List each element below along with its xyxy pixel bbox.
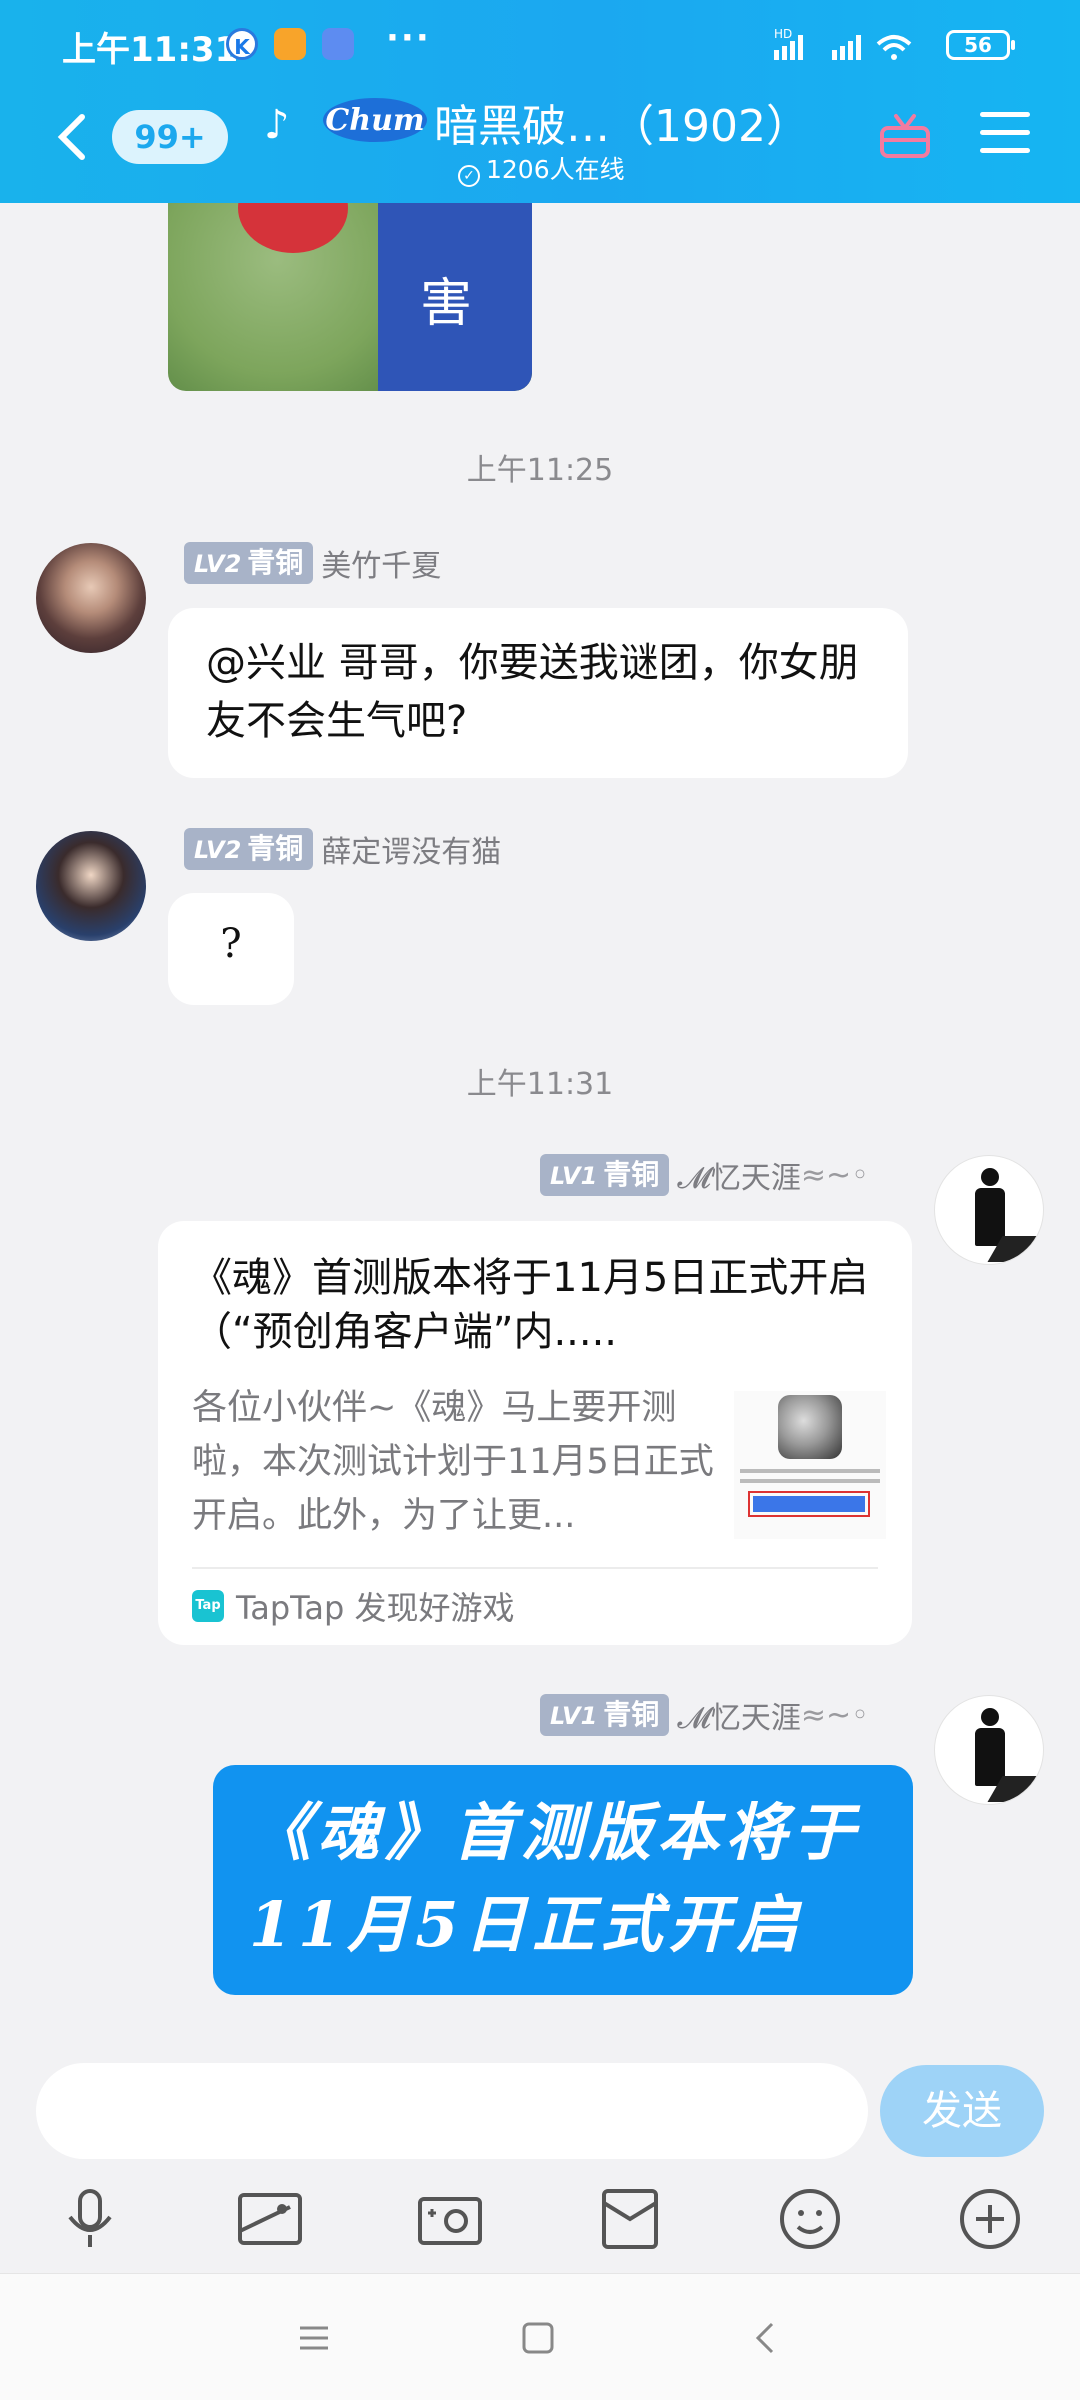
send-button[interactable]: 发送 (880, 2065, 1044, 2157)
wave-decoration-icon: ≈~◦ (800, 1157, 869, 1193)
notes-app-icon (274, 28, 306, 60)
chat-area[interactable]: 害 上午11:25 LV2 青铜 美竹千夏 @兴业 哥哥，你要送我谜团，你女朋友不… (0, 203, 1080, 2043)
system-back-icon[interactable] (746, 2318, 786, 2358)
battery-icon: 56 (946, 30, 1015, 60)
avatar[interactable] (934, 1155, 1044, 1265)
avatar[interactable] (36, 831, 146, 941)
message-bubble[interactable]: @兴业 哥哥，你要送我谜团，你女朋友不会生气吧? (168, 608, 908, 778)
svg-text:Chum: Chum (325, 103, 424, 138)
level-badge: LV2 青铜 (184, 828, 314, 870)
level-badge: LV1 青铜 (540, 1154, 670, 1196)
styled-text-line: 《魂》首测版本将于 (249, 1796, 862, 1869)
online-check-icon: ✓ (458, 165, 480, 187)
level-badge: LV1 青铜 (540, 1694, 670, 1736)
image-message[interactable]: 害 (168, 203, 532, 391)
taptap-icon: Tap (192, 1590, 224, 1622)
wave-decoration-icon: ≈~◦ (800, 1697, 869, 1733)
image-icon[interactable] (234, 2183, 306, 2255)
red-packet-icon[interactable] (594, 2183, 666, 2255)
online-count-text: 1206人在线 (486, 155, 625, 184)
link-card[interactable]: 《魂》首测版本将于11月5日正式开启（“预创角客户端”内..... 各位小伙伴~… (158, 1221, 912, 1645)
message-meta: LV2 青铜 美竹千夏 (184, 541, 441, 585)
message-meta: LV1 青铜 𝓜忆天涯 ≈~◦ (540, 1153, 869, 1197)
avatar[interactable] (36, 543, 146, 653)
gift-icon[interactable] (878, 108, 932, 162)
message-app-icon (322, 28, 354, 60)
card-description: 各位小伙伴~《魂》马上要开测啦，本次测试计划于11月5日正式开启。此外，为了让更… (192, 1388, 714, 1536)
message-meta: LV1 青铜 𝓜忆天涯 ≈~◦ (540, 1693, 869, 1737)
sender-name[interactable]: 美竹千夏 (321, 541, 441, 585)
message-input[interactable] (36, 2063, 868, 2159)
recents-icon[interactable] (294, 2318, 334, 2358)
menu-icon[interactable] (980, 112, 1030, 156)
status-bar: 上午11:31 K ··· HD 56 (0, 0, 1080, 90)
card-divider (192, 1567, 878, 1569)
composer-toolbar (0, 2173, 1080, 2273)
home-icon[interactable] (518, 2318, 558, 2358)
plus-icon[interactable] (954, 2183, 1026, 2255)
timestamp: 上午11:25 (466, 453, 614, 488)
styled-text-bubble[interactable]: 《魂》首测版本将于 11月5日正式开启 (213, 1765, 913, 1995)
system-navigation-bar (0, 2273, 1080, 2400)
k-app-icon: K (226, 28, 258, 60)
emoji-icon[interactable] (774, 2183, 846, 2255)
top-bar: 上午11:31 K ··· HD 56 99+ ♪ Chum 暗黑破…（1902… (0, 0, 1080, 203)
group-title[interactable]: 暗黑破…（1902） (434, 90, 810, 154)
sender-name[interactable]: 𝓜忆天涯 (677, 1153, 801, 1197)
card-source: Tap TapTap 发现好游戏 (192, 1583, 515, 1629)
level-badge: LV2 青铜 (184, 542, 314, 584)
sender-name[interactable]: 𝓜忆天涯 (677, 1693, 801, 1737)
card-source-text: TapTap 发现好游戏 (236, 1589, 515, 1627)
network-label: HD (774, 27, 792, 41)
back-icon[interactable] (52, 112, 92, 162)
avatar[interactable] (934, 1695, 1044, 1805)
timestamp: 上午11:31 (466, 1067, 614, 1102)
more-notifications-icon: ··· (386, 18, 431, 58)
card-thumbnail (734, 1391, 886, 1539)
styled-text-line: 11月5日正式开启 (249, 1888, 805, 1961)
status-time: 上午11:31 (62, 30, 239, 70)
camera-icon[interactable] (414, 2183, 486, 2255)
composer: 发送 (0, 2043, 1080, 2173)
card-title: 《魂》首测版本将于11月5日正式开启（“预创角客户端”内..... (192, 1255, 869, 1355)
message-bubble[interactable]: ? (168, 893, 294, 1005)
chat-header: 99+ ♪ Chum 暗黑破…（1902） ✓ 1206人在线 (0, 90, 1080, 203)
ear-mode-icon[interactable]: ♪ (264, 102, 290, 148)
signal-icon: HD (774, 27, 912, 60)
group-logo-icon: Chum (323, 98, 427, 142)
unread-badge[interactable]: 99+ (112, 110, 228, 164)
sender-name[interactable]: 薛定谔没有猫 (321, 827, 501, 871)
game-app-icon (778, 1395, 842, 1459)
message-meta: LV2 青铜 薛定谔没有猫 (184, 827, 501, 871)
microphone-icon[interactable] (54, 2183, 126, 2255)
image-caption: 害 (420, 274, 473, 334)
online-count: ✓ 1206人在线 (458, 150, 625, 187)
